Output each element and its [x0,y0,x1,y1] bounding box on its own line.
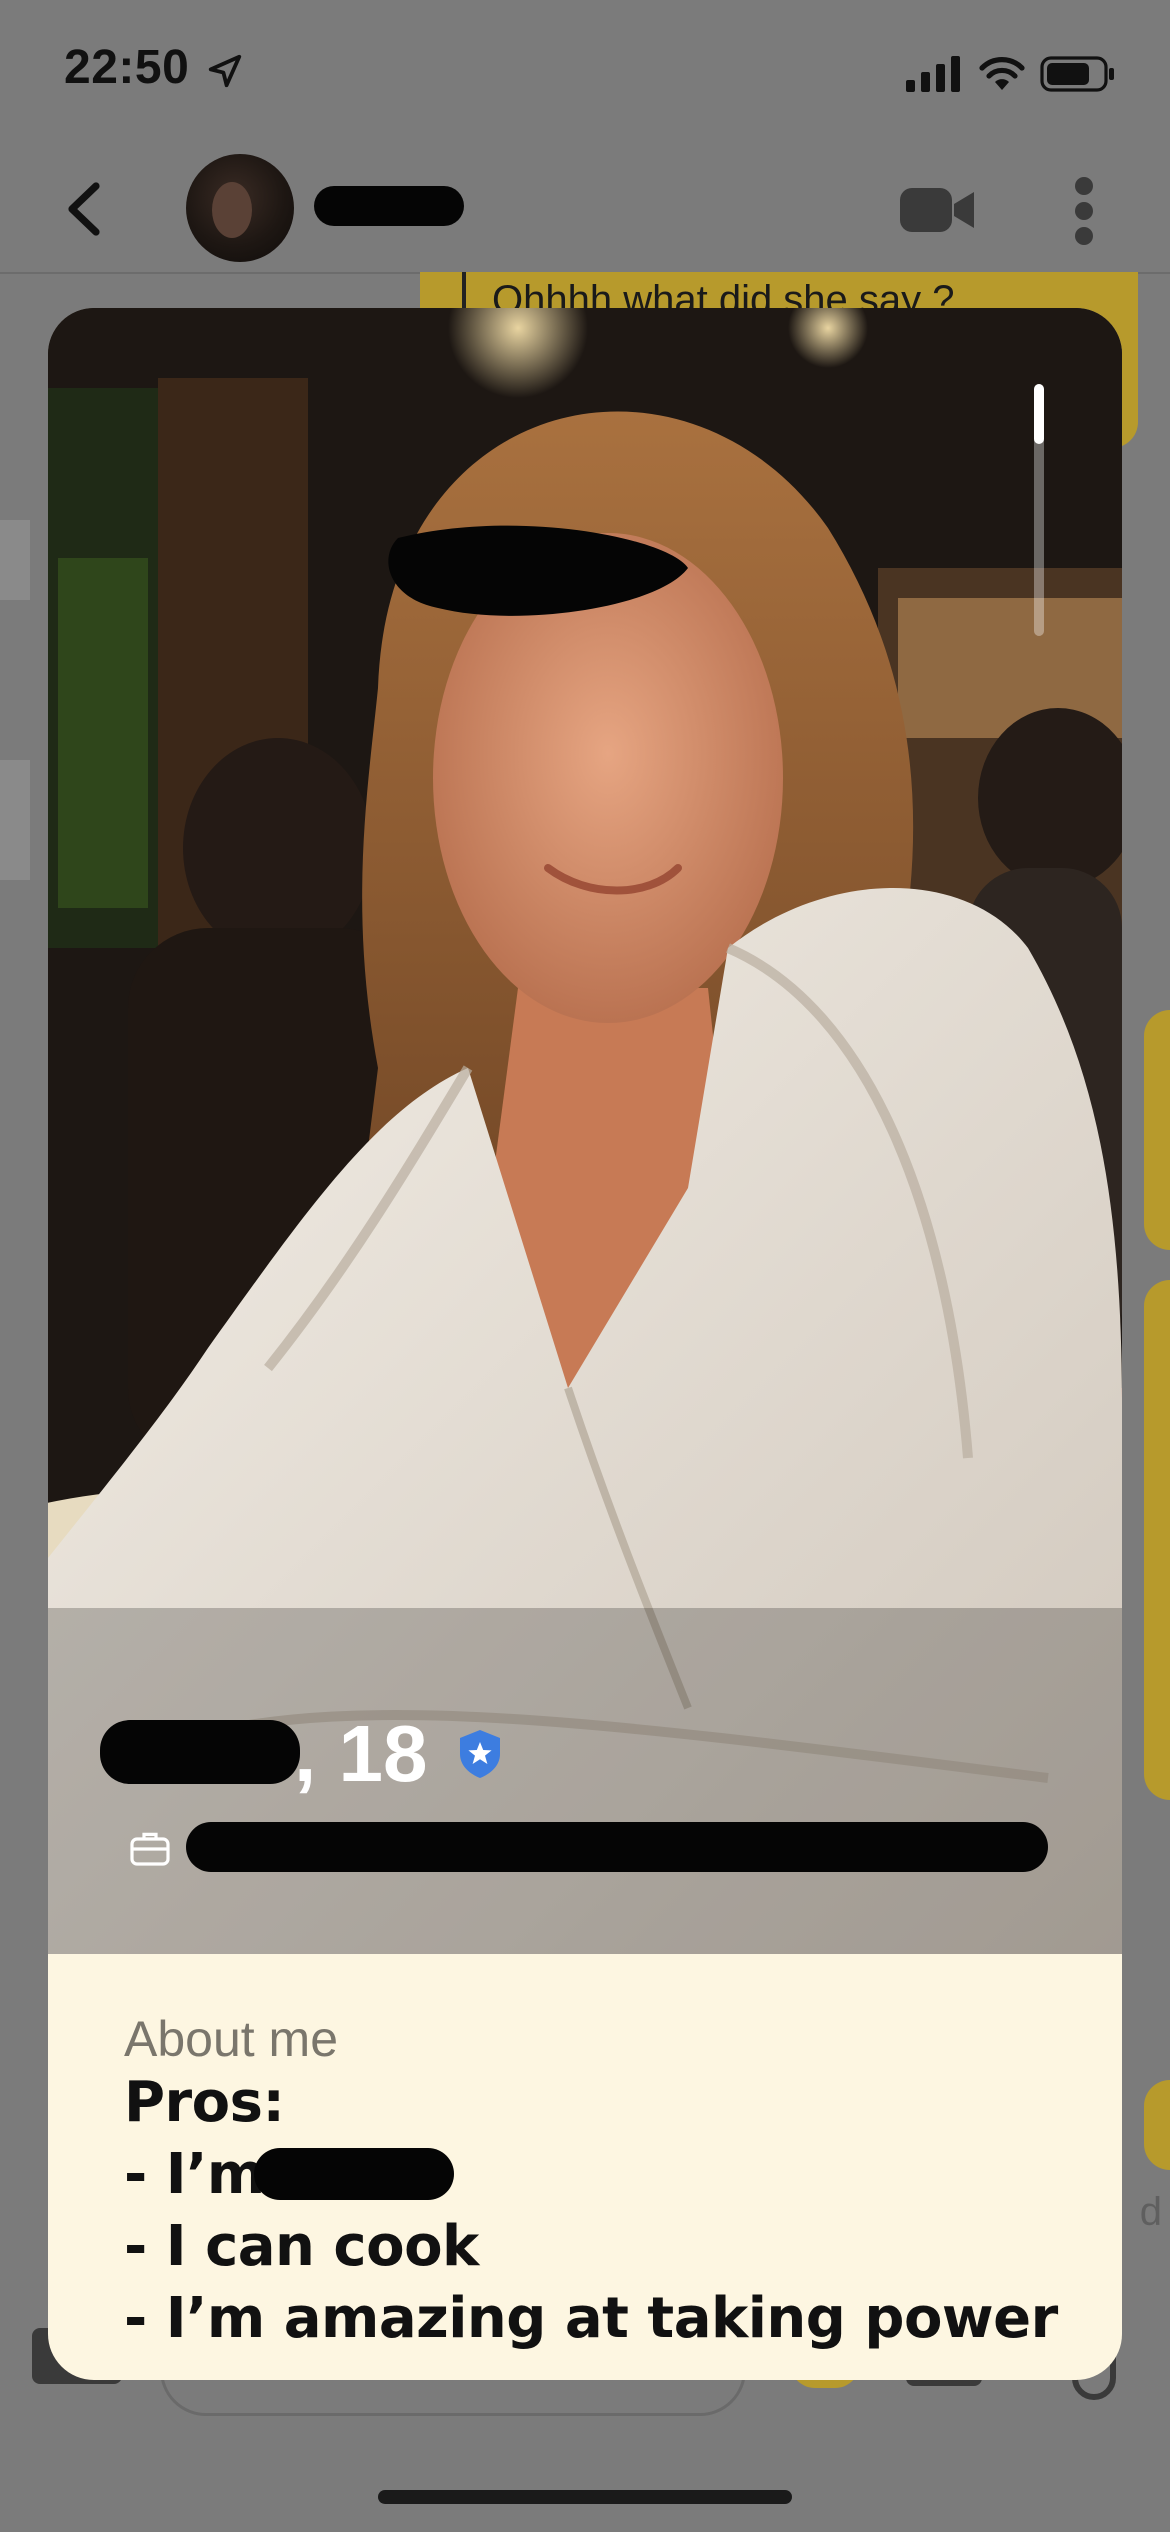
more-options-button[interactable] [1068,176,1100,246]
back-button[interactable] [60,180,110,238]
job-title-redaction [186,1822,1048,1872]
location-arrow-icon [208,54,242,88]
status-bar: 22:50 [0,0,1170,140]
cellular-signal-icon [906,56,960,92]
profile-name-age: , 18 [294,1709,428,1798]
bio-line: - I’m amazing at taking power [124,2286,1058,2351]
contact-name-redaction[interactable] [314,186,464,226]
wifi-icon [979,57,1025,90]
chat-header [0,140,1170,274]
profile-card[interactable]: , 18 About me Pros: - I’m - I can cook -… [48,308,1122,2380]
background-bubble-edge [1144,2080,1170,2170]
about-me-section: About me Pros: - I’m - I can cook - I’m … [48,1954,1122,2380]
status-time: 22:50 [64,41,190,94]
contact-avatar[interactable] [186,154,294,262]
bio-line: - I’m [124,2142,265,2207]
background-bubble-edge [0,760,30,880]
battery-icon [1040,56,1114,92]
briefcase-icon [130,1832,170,1866]
background-bubble-edge [1144,1280,1170,1800]
verified-badge-icon [460,1730,500,1778]
bio-redaction [254,2148,454,2200]
profile-photo[interactable]: , 18 [48,308,1122,1954]
background-text-fragment: d [1139,2190,1162,2234]
profile-photo-illustration [48,308,1122,1954]
bio-line: Pros: [124,2070,285,2135]
reply-quote-bar [462,272,466,312]
video-call-button[interactable] [900,184,976,236]
home-indicator[interactable] [378,2490,792,2504]
background-bubble-edge [1144,1010,1170,1250]
avatar-face [212,182,252,238]
about-me-heading: About me [124,2011,339,2067]
photo-progress-indicator [1034,384,1044,444]
profile-name-redaction [100,1720,300,1784]
background-bubble-edge [0,520,30,600]
bio-line: - I can cook [124,2214,479,2279]
